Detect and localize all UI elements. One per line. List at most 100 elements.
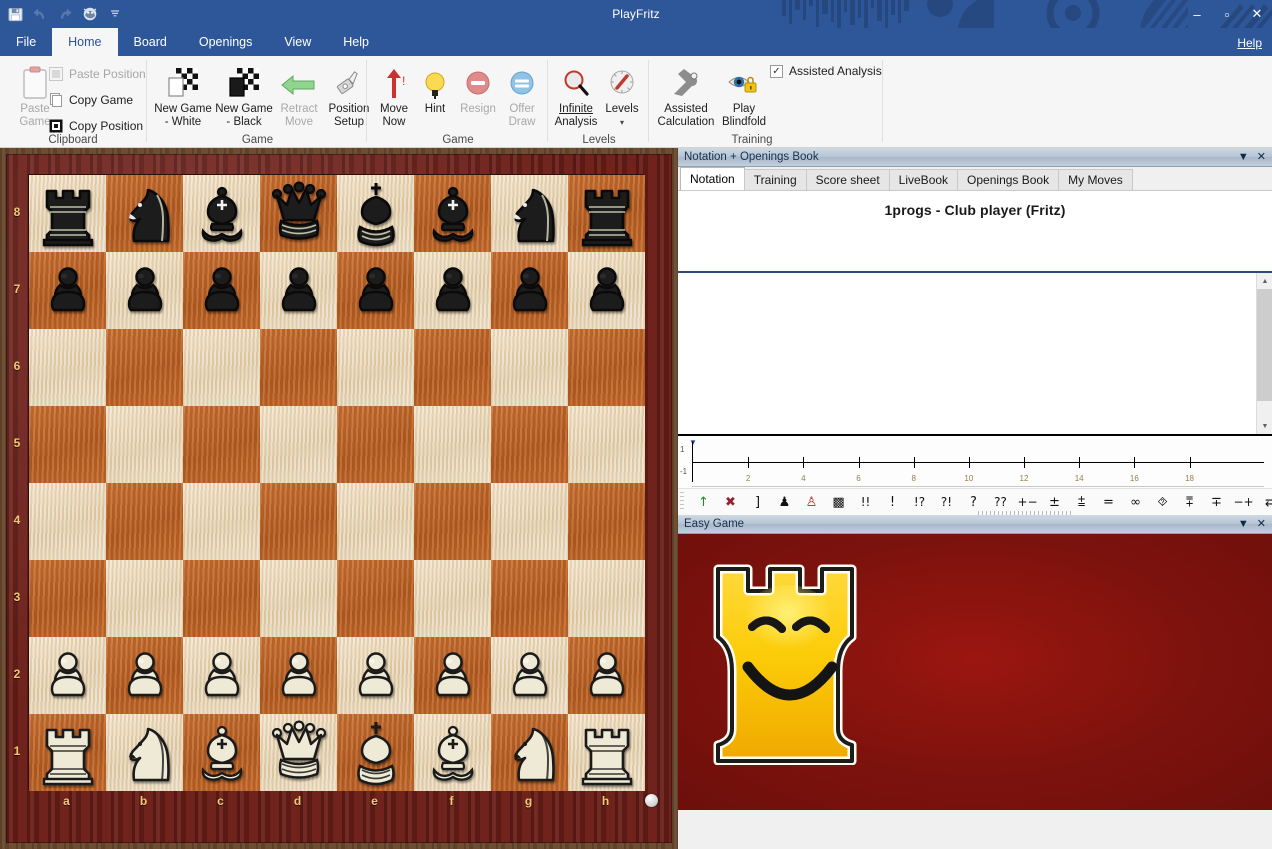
- scroll-up-icon[interactable]: ▲: [1257, 273, 1272, 289]
- board-square-f3[interactable]: [414, 560, 491, 637]
- new-game-black-button[interactable]: New Game- Black: [213, 60, 275, 129]
- resign-button[interactable]: Resign: [454, 60, 502, 116]
- tab-notation[interactable]: Notation: [680, 167, 745, 190]
- board-square-b6[interactable]: [106, 329, 183, 406]
- annotation-symbol-bar[interactable]: ↑✖]♟♙▩!!!!??!???+−±⩲=∞⯑⩱∓−+⇄: [678, 488, 1272, 515]
- ribbon-tab-openings[interactable]: Openings: [183, 28, 269, 56]
- board-square-b2[interactable]: [106, 637, 183, 714]
- piece-white-pawn[interactable]: [418, 641, 488, 711]
- save-icon[interactable]: [6, 5, 24, 23]
- minimize-button[interactable]: –: [1182, 0, 1212, 28]
- good-move-symbol[interactable]: !: [879, 491, 906, 513]
- zugzwang-symbol[interactable]: ⇄: [1257, 491, 1272, 513]
- board-square-e1[interactable]: [337, 714, 414, 791]
- board-square-g7[interactable]: [491, 252, 568, 329]
- board-square-d5[interactable]: [260, 406, 337, 483]
- board-square-d1[interactable]: [260, 714, 337, 791]
- attack-symbol[interactable]: ✖: [717, 491, 744, 513]
- board-square-b8[interactable]: [106, 175, 183, 252]
- piece-black-rook[interactable]: [33, 179, 103, 249]
- black-slightly-better-symbol[interactable]: ⩱: [1176, 491, 1203, 513]
- board-square-h2[interactable]: [568, 637, 645, 714]
- dubious-move-symbol[interactable]: ?!: [933, 491, 960, 513]
- piece-white-king[interactable]: [341, 718, 411, 788]
- board-square-c2[interactable]: [183, 637, 260, 714]
- piece-black-pawn[interactable]: [341, 256, 411, 326]
- board-square-c5[interactable]: [183, 406, 260, 483]
- piece-white-knight[interactable]: [495, 718, 565, 788]
- board-square-a2[interactable]: [29, 637, 106, 714]
- board-square-d2[interactable]: [260, 637, 337, 714]
- piece-black-pawn[interactable]: [33, 256, 103, 326]
- black-winning-symbol[interactable]: −+: [1230, 491, 1257, 513]
- board-square-c7[interactable]: [183, 252, 260, 329]
- board-square-d3[interactable]: [260, 560, 337, 637]
- board-square-c1[interactable]: [183, 714, 260, 791]
- easy-game-close-icon[interactable]: ✕: [1257, 519, 1266, 530]
- piece-black-king[interactable]: [341, 179, 411, 249]
- piece-white-bishop[interactable]: [187, 718, 257, 788]
- easy-game-menu-icon[interactable]: ▼: [1238, 519, 1249, 530]
- piece-white-rook[interactable]: [572, 718, 642, 788]
- board-square-f6[interactable]: [414, 329, 491, 406]
- board-square-b4[interactable]: [106, 483, 183, 560]
- piece-white-pawn[interactable]: [110, 641, 180, 711]
- board-symbol[interactable]: ▩: [825, 491, 852, 513]
- board-square-b7[interactable]: [106, 252, 183, 329]
- board-square-d4[interactable]: [260, 483, 337, 560]
- board-square-e8[interactable]: [337, 175, 414, 252]
- initiative-symbol[interactable]: ↑: [690, 491, 717, 513]
- piece-white-pawn[interactable]: [187, 641, 257, 711]
- assisted-calculation-button[interactable]: AssistedCalculation: [652, 60, 720, 129]
- piece-white-pawn[interactable]: [341, 641, 411, 711]
- interesting-move-symbol[interactable]: !?: [906, 491, 933, 513]
- offer-draw-button[interactable]: OfferDraw: [498, 60, 546, 129]
- notation-scrollbar[interactable]: ▲ ▼: [1256, 273, 1272, 434]
- brilliant-move-symbol[interactable]: !!: [852, 491, 879, 513]
- white-slightly-better-symbol[interactable]: ⩲: [1068, 491, 1095, 513]
- maximize-button[interactable]: ▫: [1212, 0, 1242, 28]
- board-square-f2[interactable]: [414, 637, 491, 714]
- ribbon-tab-board[interactable]: Board: [118, 28, 183, 56]
- notation-panel-menu-icon[interactable]: ▼: [1238, 152, 1249, 163]
- tab-my-moves[interactable]: My Moves: [1058, 169, 1133, 190]
- board-square-c3[interactable]: [183, 560, 260, 637]
- board-square-b5[interactable]: [106, 406, 183, 483]
- assisted-analysis-checkbox-row[interactable]: ✓ Assisted Analysis: [770, 64, 882, 78]
- board-square-a3[interactable]: [29, 560, 106, 637]
- piece-black-pawn[interactable]: [187, 256, 257, 326]
- board-square-g2[interactable]: [491, 637, 568, 714]
- scrollbar-thumb[interactable]: [1257, 289, 1272, 401]
- retract-move-button[interactable]: RetractMove: [274, 60, 324, 129]
- unclear-symbol[interactable]: ∞: [1122, 491, 1149, 513]
- board-square-e3[interactable]: [337, 560, 414, 637]
- piece-white-pawn[interactable]: [495, 641, 565, 711]
- tab-openings-book[interactable]: Openings Book: [957, 169, 1059, 190]
- evaluation-graph[interactable]: ▼ 1 -1 24681012141618: [678, 436, 1272, 488]
- board-square-e6[interactable]: [337, 329, 414, 406]
- board-square-c4[interactable]: [183, 483, 260, 560]
- board-square-h7[interactable]: [568, 252, 645, 329]
- board-square-f4[interactable]: [414, 483, 491, 560]
- black-better-symbol[interactable]: ∓: [1203, 491, 1230, 513]
- white-winning-symbol[interactable]: +−: [1014, 491, 1041, 513]
- board-square-f1[interactable]: [414, 714, 491, 791]
- piece-white-bishop[interactable]: [418, 718, 488, 788]
- compensation-symbol[interactable]: ⯑: [1149, 491, 1176, 513]
- board-square-h3[interactable]: [568, 560, 645, 637]
- levels-caret[interactable]: ▾: [620, 118, 624, 127]
- ribbon-tab-home[interactable]: Home: [52, 28, 117, 56]
- board-square-e2[interactable]: [337, 637, 414, 714]
- piece-black-bishop[interactable]: [187, 179, 257, 249]
- ribbon-tab-view[interactable]: View: [268, 28, 327, 56]
- assisted-analysis-checkbox[interactable]: ✓: [770, 65, 783, 78]
- board-square-d7[interactable]: [260, 252, 337, 329]
- board-square-e7[interactable]: [337, 252, 414, 329]
- new-game-white-button[interactable]: New Game- White: [152, 60, 214, 129]
- board-square-g3[interactable]: [491, 560, 568, 637]
- black-piece-symbol[interactable]: ♟: [771, 491, 798, 513]
- piece-black-pawn[interactable]: [572, 256, 642, 326]
- piece-black-pawn[interactable]: [110, 256, 180, 326]
- board-square-h4[interactable]: [568, 483, 645, 560]
- piece-white-queen[interactable]: [264, 718, 334, 788]
